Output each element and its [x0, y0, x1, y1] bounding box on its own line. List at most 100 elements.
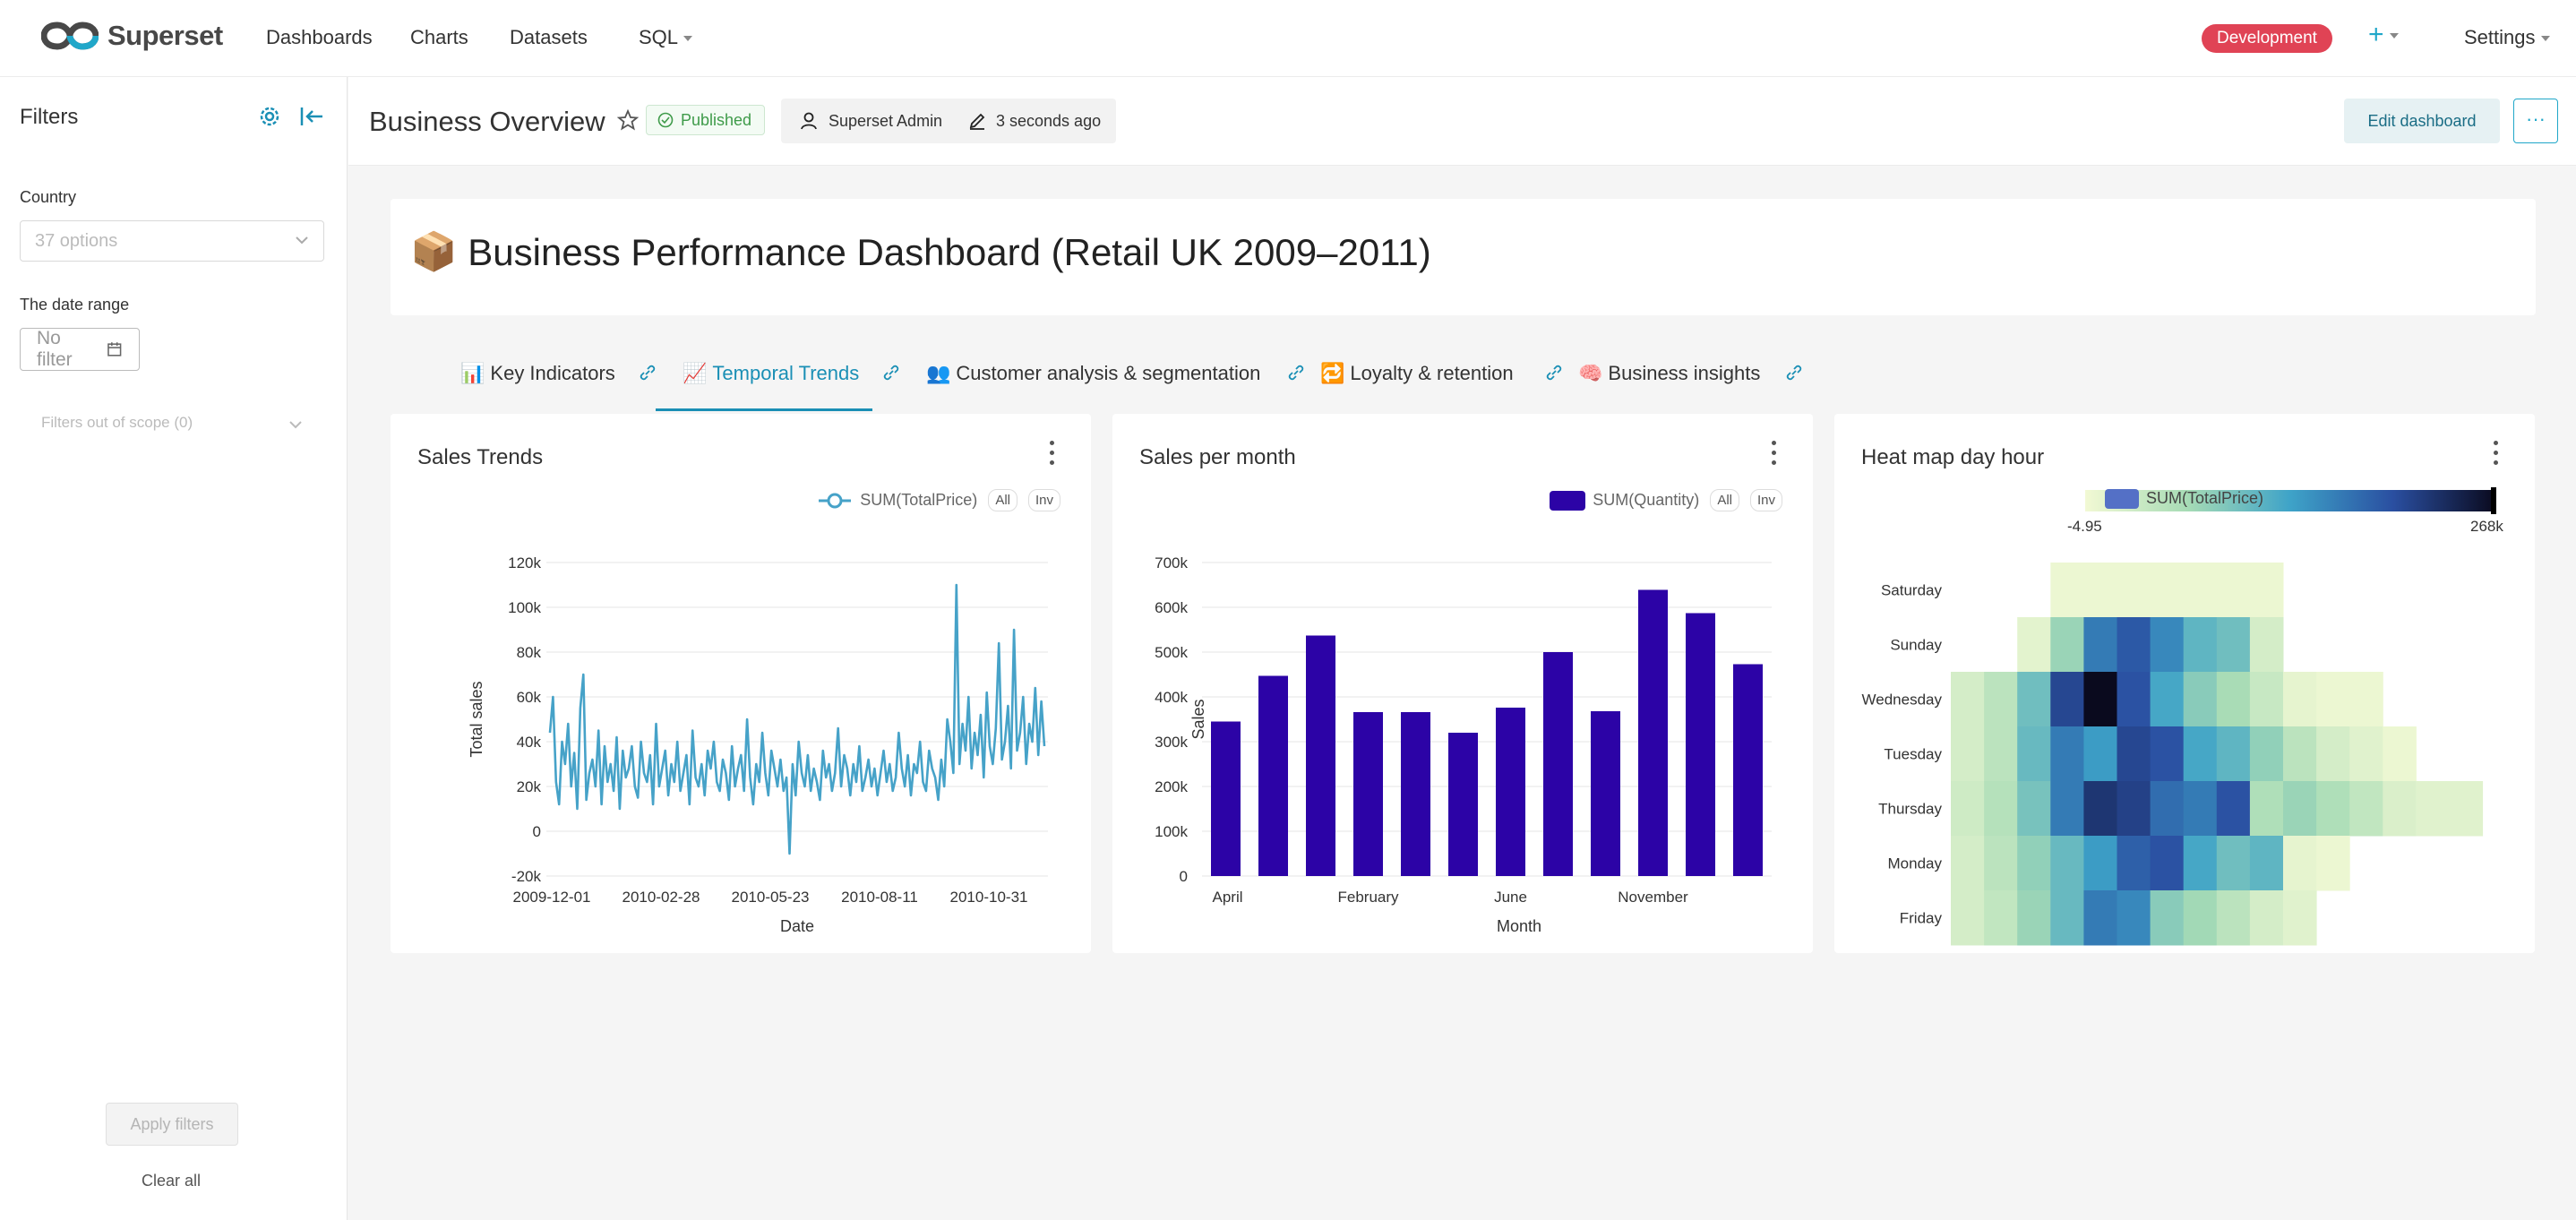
tab-loyalty-retention[interactable]: 🔁 Loyalty & retention	[1320, 362, 1514, 385]
heatmap-max-label: 268k	[2470, 518, 2503, 535]
link-icon[interactable]	[1544, 363, 1564, 382]
filters-out-of-scope[interactable]: Filters out of scope (0)	[41, 414, 193, 432]
more-options-button[interactable]: ···	[2513, 99, 2558, 143]
heatmap-cell	[2150, 672, 2185, 727]
chart-card-sales-trends: -20k 0 20k 40k 60k 80k 100k 120k 2009-12-01 2010-…	[391, 414, 1091, 953]
nav-charts[interactable]: Charts	[410, 26, 468, 49]
chart-menu-button[interactable]	[1772, 441, 1777, 470]
heatmap-cell	[2383, 726, 2417, 782]
settings-menu[interactable]: Settings	[2464, 26, 2550, 49]
date-range-value: No filter	[37, 328, 73, 370]
country-select[interactable]: 37 options	[20, 220, 324, 262]
star-icon[interactable]	[617, 109, 639, 131]
legend-label: SUM(TotalPrice)	[860, 491, 978, 509]
markdown-card: 📦 Business Performance Dashboard (Retail…	[391, 199, 2536, 315]
nav-datasets[interactable]: Datasets	[510, 26, 588, 49]
heatmap-cell	[2017, 726, 2051, 782]
heatmap-cell	[2050, 617, 2084, 673]
heatmap-cell	[2316, 672, 2350, 727]
chart-title: Sales per month	[1139, 445, 1296, 469]
y-category-label: Monday	[1888, 855, 1943, 872]
heatmap-cell	[2216, 836, 2251, 891]
heatmap-cell	[2017, 617, 2051, 673]
superset-logo[interactable]: Superset	[41, 20, 223, 52]
chevron-down-icon[interactable]	[288, 419, 303, 430]
link-icon[interactable]	[1286, 363, 1306, 382]
legend-select-all[interactable]: All	[1710, 489, 1739, 511]
settings-label: Settings	[2464, 26, 2536, 48]
heatmap-cell	[2050, 836, 2084, 891]
heatmap-cell	[2383, 781, 2417, 837]
tab-label: Temporal Trends	[712, 362, 860, 384]
bar-november	[1638, 589, 1668, 876]
heatmap-cell	[2183, 836, 2218, 891]
y-category-label: Saturday	[1881, 582, 1943, 599]
heatmap-cell	[1951, 672, 1985, 727]
dashboard-header: Business Overview Published Superset Adm…	[348, 77, 2576, 166]
x-tick-label: February	[1337, 889, 1399, 906]
x-tick-label: November	[1618, 889, 1688, 906]
legend-line-marker-icon	[819, 493, 852, 508]
package-icon: 📦	[410, 230, 458, 272]
chart-legend[interactable]: SUM(Quantity) All Inv	[1550, 489, 1782, 511]
bar-may	[1591, 711, 1620, 876]
edit-dashboard-button[interactable]: Edit dashboard	[2344, 99, 2500, 143]
legend-color-swatch	[1550, 490, 1586, 511]
heatmap-scale-handle[interactable]	[2491, 487, 2496, 514]
heatmap-cell	[2150, 726, 2185, 782]
dashboard-title[interactable]: Business Overview	[369, 106, 605, 138]
chart-title: Heat map day hour	[1861, 445, 2045, 469]
legend-select-all[interactable]: All	[988, 489, 1018, 511]
nav-dashboards[interactable]: Dashboards	[266, 26, 373, 49]
link-icon[interactable]	[638, 363, 657, 382]
legend-invert[interactable]: Inv	[1749, 489, 1782, 511]
markdown-title: 📦 Business Performance Dashboard (Retail…	[410, 230, 1431, 274]
legend-label: SUM(Quantity)	[1593, 491, 1700, 509]
chart-legend[interactable]: SUM(TotalPrice) All Inv	[817, 489, 1060, 511]
nav-sql[interactable]: SQL	[639, 26, 693, 49]
y-tick-label: 500k	[1155, 644, 1188, 661]
heatmap-cell	[2216, 890, 2251, 946]
new-item-menu[interactable]: +	[2368, 20, 2399, 50]
link-icon[interactable]	[881, 363, 901, 382]
heatmap-cell	[2183, 781, 2218, 837]
status-badge[interactable]: Published	[646, 105, 766, 135]
heatmap-cell	[2183, 890, 2218, 946]
link-icon[interactable]	[1784, 363, 1804, 382]
line-chart-icon: 📈	[683, 362, 708, 384]
check-circle-icon	[657, 112, 674, 128]
x-tick-label: 2010-05-23	[732, 889, 810, 906]
tab-key-indicators[interactable]: 📊 Key Indicators	[460, 362, 615, 385]
heatmap-cell	[2117, 672, 2151, 727]
repeat-icon: 🔁	[1320, 362, 1345, 384]
tab-business-insights[interactable]: 🧠 Business insights	[1578, 362, 1760, 385]
legend-invert[interactable]: Inv	[1027, 489, 1060, 511]
tab-temporal-trends[interactable]: 📈 Temporal Trends	[683, 362, 859, 385]
country-placeholder: 37 options	[35, 231, 118, 251]
x-tick-label: 2010-10-31	[950, 889, 1028, 906]
bar-december	[1306, 635, 1335, 876]
bar-february	[1353, 712, 1383, 876]
user-icon	[801, 112, 817, 130]
collapse-sidebar-icon[interactable]	[299, 104, 324, 129]
y-category-label: Tuesday	[1884, 746, 1942, 763]
plus-icon: +	[2368, 20, 2384, 49]
gear-icon[interactable]	[256, 103, 283, 130]
tab-customer-analysis[interactable]: 👥 Customer analysis & segmentation	[926, 362, 1260, 385]
y-tick-label: 120k	[508, 554, 541, 571]
heatmap-cell	[2249, 726, 2284, 782]
y-category-label: Friday	[1900, 910, 1943, 927]
chart-menu-button[interactable]	[1050, 441, 1055, 470]
heatmap-cell	[1984, 781, 2018, 837]
heatmap-cell	[1984, 726, 2018, 782]
y-tick-label: -20k	[511, 868, 542, 885]
nav-sql-label: SQL	[639, 26, 679, 48]
chart-card-sales-per-month: 0 100k 200k 300k 400k 500k 600k 700k April Februa…	[1112, 414, 1813, 953]
y-tick-label: 40k	[517, 734, 542, 751]
tab-label: Business insights	[1608, 362, 1761, 384]
chart-menu-button[interactable]	[2494, 441, 2499, 470]
apply-filters-button[interactable]: Apply filters	[106, 1103, 238, 1146]
clear-all-button[interactable]: Clear all	[142, 1172, 201, 1190]
y-tick-label: 100k	[508, 599, 541, 616]
date-range-button[interactable]: No filter	[20, 328, 140, 371]
